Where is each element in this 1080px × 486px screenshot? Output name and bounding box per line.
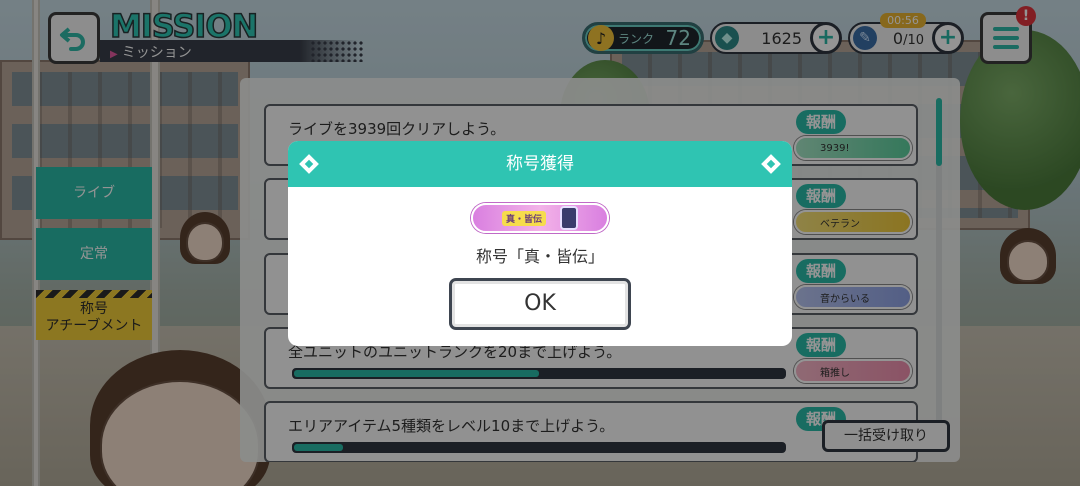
title-plate-icon bbox=[560, 206, 578, 230]
title-acquired-dialog: 称号獲得 真・皆伝 称号「真・皆伝」 OK bbox=[288, 141, 792, 346]
title-plate-text: 真・皆伝 bbox=[501, 210, 546, 226]
title-plate: 真・皆伝 bbox=[471, 203, 609, 233]
ok-button[interactable]: OK bbox=[449, 278, 631, 330]
dialog-message: 称号「真・皆伝」 bbox=[475, 247, 604, 266]
dialog-header: 称号獲得 bbox=[288, 141, 792, 187]
dialog-title: 称号獲得 bbox=[506, 154, 574, 174]
diamond-ornament-icon bbox=[299, 154, 319, 174]
diamond-ornament-icon bbox=[761, 154, 781, 174]
